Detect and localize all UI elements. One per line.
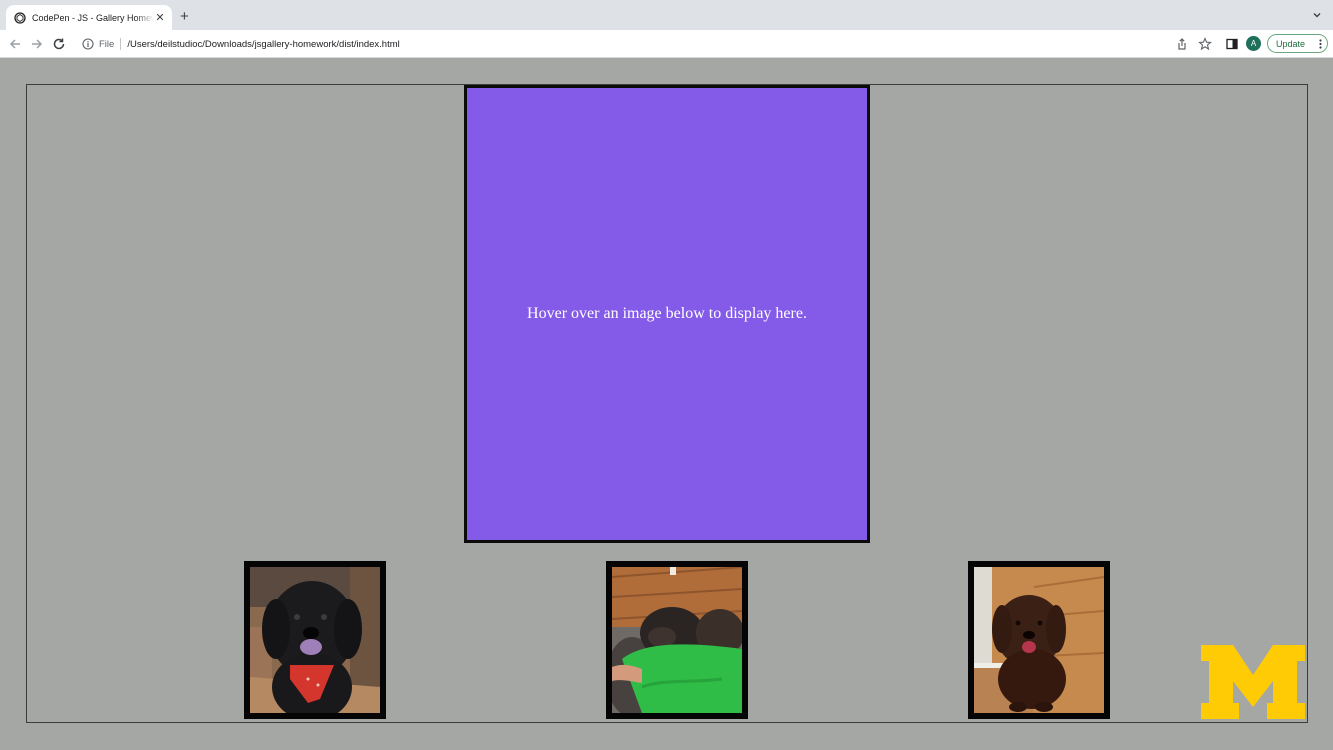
dog-and-child-photo <box>612 567 742 713</box>
share-icon[interactable] <box>1175 37 1189 51</box>
new-tab-icon[interactable]: + <box>180 9 189 24</box>
tab-close-icon[interactable]: ✕ <box>154 11 166 24</box>
back-arrow-icon[interactable] <box>8 37 22 51</box>
thumbnail-brown-dog-sitting[interactable] <box>968 561 1110 719</box>
url-separator <box>120 38 122 50</box>
site-info-icon[interactable] <box>82 38 94 50</box>
reload-icon[interactable] <box>52 37 66 51</box>
browser-tab-strip: CodePen - JS - Gallery Homework ✕ + <box>0 0 1333 30</box>
black-dog-photo <box>250 567 380 713</box>
more-menu-icon[interactable] <box>1319 38 1322 49</box>
profile-avatar[interactable]: A <box>1246 36 1261 51</box>
address-bar[interactable]: File /Users/deilstudioc/Downloads/jsgall… <box>76 33 1168 55</box>
display-area: Hover over an image below to display her… <box>464 85 870 543</box>
side-panel-icon[interactable] <box>1225 37 1239 51</box>
codepen-favicon-icon <box>14 11 26 24</box>
thumbnail-dog-and-child-green-shirt[interactable] <box>606 561 748 719</box>
brown-dog-photo <box>974 567 1104 713</box>
update-label: Update <box>1276 38 1306 49</box>
update-button[interactable]: Update <box>1267 34 1328 53</box>
tab-title: CodePen - JS - Gallery Homework <box>32 12 154 23</box>
url-scheme-label: File <box>99 38 115 50</box>
forward-arrow-icon[interactable] <box>30 37 44 51</box>
url-text[interactable]: /Users/deilstudioc/Downloads/jsgallery-h… <box>127 39 399 50</box>
tab-search-chevron-icon[interactable] <box>1311 9 1323 21</box>
display-message: Hover over an image below to display her… <box>527 305 807 322</box>
university-michigan-block-m-logo <box>1201 645 1305 719</box>
thumbnail-black-dog-red-bandana[interactable] <box>244 561 386 719</box>
browser-tab[interactable]: CodePen - JS - Gallery Homework ✕ <box>6 5 172 30</box>
browser-toolbar: File /Users/deilstudioc/Downloads/jsgall… <box>0 30 1333 58</box>
bookmark-star-icon[interactable] <box>1198 37 1212 51</box>
